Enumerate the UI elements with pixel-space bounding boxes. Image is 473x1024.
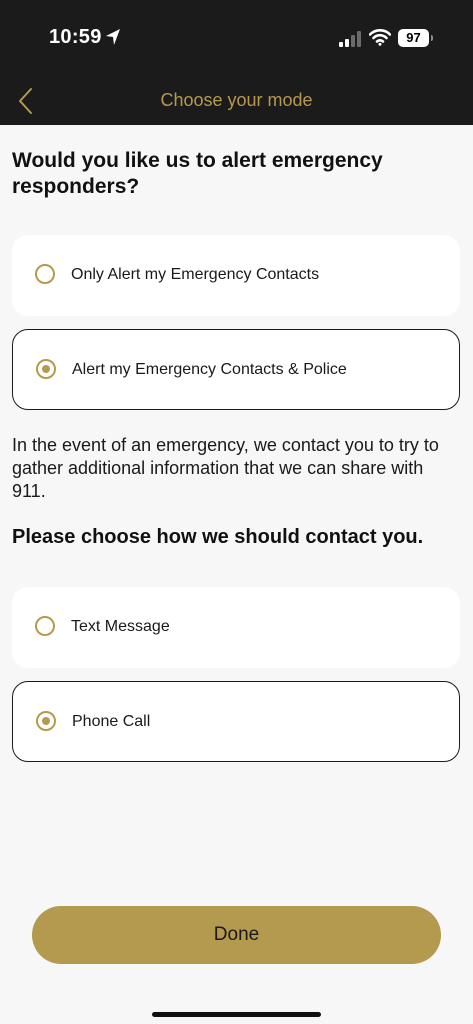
radio-selected-icon[interactable]	[36, 711, 56, 731]
alert-question-heading: Would you like us to alert emergency res…	[12, 149, 383, 198]
emergency-info-text: In the event of an emergency, we contact…	[12, 435, 439, 501]
radio-unselected-icon[interactable]	[35, 264, 55, 284]
radio-unselected-icon[interactable]	[35, 616, 55, 636]
option-text-message[interactable]: Text Message	[12, 587, 460, 668]
wifi-icon	[368, 28, 392, 51]
option-label: Phone Call	[72, 713, 151, 730]
option-label: Text Message	[71, 618, 170, 635]
cellular-signal-icon	[339, 31, 363, 52]
status-bar: 10:59 97	[0, 0, 473, 78]
radio-selected-icon[interactable]	[36, 359, 56, 379]
battery-icon: 97	[398, 29, 433, 47]
option-phone-call[interactable]: Phone Call	[12, 681, 460, 762]
option-label: Only Alert my Emergency Contacts	[71, 266, 320, 283]
done-button[interactable]: Done	[32, 906, 441, 964]
status-time: 10:59	[49, 26, 102, 48]
header-bar: 10:59 97 Choose your mode	[0, 0, 473, 125]
home-indicator	[152, 1012, 321, 1017]
page-title: Choose your mode	[160, 90, 313, 110]
option-only-alert-contacts[interactable]: Only Alert my Emergency Contacts	[12, 235, 460, 316]
option-alert-contacts-and-police[interactable]: Alert my Emergency Contacts & Police	[12, 329, 460, 410]
navigation-bar: Choose your mode	[0, 78, 473, 125]
location-arrow-icon	[105, 28, 121, 51]
option-label: Alert my Emergency Contacts & Police	[72, 361, 347, 378]
contact-method-heading: Please choose how we should contact you.	[12, 526, 424, 548]
